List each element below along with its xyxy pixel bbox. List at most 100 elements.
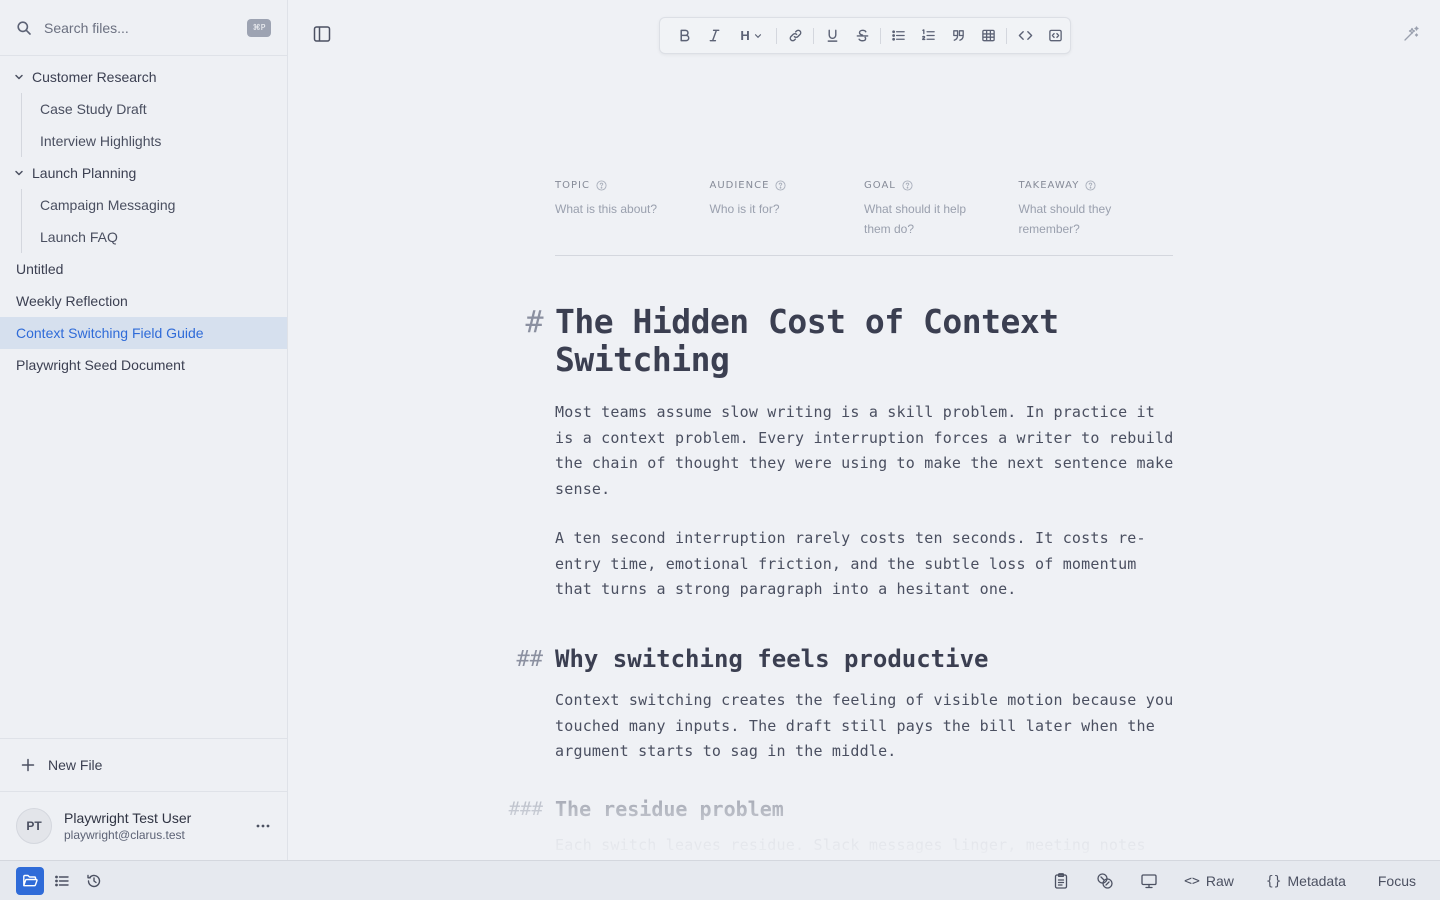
strikethrough-icon[interactable] bbox=[847, 21, 877, 51]
file-item-case-study-draft[interactable]: Case Study Draft bbox=[0, 93, 287, 125]
table-icon[interactable] bbox=[974, 21, 1004, 51]
metadata-toggle-button[interactable]: {} Metadata bbox=[1266, 873, 1346, 889]
help-icon[interactable] bbox=[775, 180, 786, 191]
meta-goal[interactable]: GOAL What should it help them do? bbox=[864, 180, 1019, 255]
status-bar: <> Raw {} Metadata Focus bbox=[0, 860, 1440, 900]
heading-marker: ## bbox=[516, 646, 544, 672]
more-options-icon[interactable] bbox=[253, 816, 273, 836]
file-item-context-switching-field-guide[interactable]: Context Switching Field Guide bbox=[0, 317, 287, 349]
code-icon[interactable] bbox=[1010, 21, 1040, 51]
toolbar-divider bbox=[776, 27, 778, 44]
folder-open-icon bbox=[23, 874, 38, 886]
heading-1[interactable]: # The Hidden Cost of Context Switching bbox=[525, 300, 1185, 379]
folder-label: Launch Planning bbox=[32, 165, 137, 181]
heading-3[interactable]: ### The residue problem bbox=[509, 795, 1185, 823]
meta-topic-input[interactable]: What is this about? bbox=[555, 199, 675, 219]
meta-topic[interactable]: TOPIC What is this about? bbox=[555, 180, 710, 255]
document-metadata: TOPIC What is this about? AUDIENCE Who i… bbox=[555, 180, 1173, 256]
heading-1-text: The Hidden Cost of Context Switching bbox=[555, 302, 1059, 379]
toolbar-divider bbox=[813, 27, 815, 44]
file-item-weekly-reflection[interactable]: Weekly Reflection bbox=[0, 285, 287, 317]
paragraph[interactable]: Most teams assume slow writing is a skil… bbox=[555, 400, 1175, 503]
meta-audience-input[interactable]: Who is it for? bbox=[710, 199, 830, 219]
list-icon bbox=[55, 875, 69, 886]
user-name: Playwright Test User bbox=[64, 810, 192, 826]
folder-launch-planning[interactable]: Launch Planning bbox=[0, 157, 287, 189]
files-view-button[interactable] bbox=[16, 866, 44, 895]
heading-2[interactable]: ## Why switching feels productive bbox=[517, 643, 1185, 675]
editor-area: H TOPIC What is this about? AUDIENCE Who… bbox=[289, 0, 1440, 860]
focus-mode-button[interactable]: Focus bbox=[1378, 873, 1416, 889]
heading-dropdown[interactable]: H bbox=[730, 21, 774, 51]
status-bar-actions: <> Raw {} Metadata Focus bbox=[1052, 861, 1440, 900]
new-file-label: New File bbox=[48, 757, 103, 773]
file-item-interview-highlights[interactable]: Interview Highlights bbox=[0, 125, 287, 157]
chevron-down-icon bbox=[13, 167, 25, 179]
metadata-label: Metadata bbox=[1287, 873, 1346, 889]
paragraph[interactable]: Context switching creates the feeling of… bbox=[555, 688, 1175, 765]
chevron-down-icon bbox=[13, 71, 25, 83]
paragraph[interactable]: A ten second interruption rarely costs t… bbox=[555, 526, 1175, 603]
file-item-campaign-messaging[interactable]: Campaign Messaging bbox=[0, 189, 287, 221]
meta-audience-label: AUDIENCE bbox=[709, 180, 770, 191]
meta-takeaway-input[interactable]: What should they remember? bbox=[1019, 199, 1139, 239]
italic-icon[interactable] bbox=[700, 21, 730, 51]
clipboard-icon[interactable] bbox=[1052, 872, 1070, 890]
file-tree: Customer Research Case Study Draft Inter… bbox=[0, 56, 287, 381]
search-icon bbox=[16, 20, 32, 36]
focus-label: Focus bbox=[1377, 873, 1416, 889]
bold-icon[interactable] bbox=[670, 21, 700, 51]
toolbar-divider bbox=[1006, 27, 1008, 44]
user-email: playwright@clarus.test bbox=[64, 828, 185, 842]
folder-customer-research[interactable]: Customer Research bbox=[0, 61, 287, 93]
heading-label: H bbox=[740, 28, 750, 43]
link-icon[interactable] bbox=[780, 21, 810, 51]
help-icon[interactable] bbox=[1085, 180, 1096, 191]
monitor-icon[interactable] bbox=[1140, 872, 1158, 890]
meta-goal-label: GOAL bbox=[864, 180, 896, 191]
avatar: PT bbox=[16, 808, 52, 844]
paragraph[interactable]: Each switch leaves residue. Slack messag… bbox=[555, 833, 1175, 860]
raw-mode-button[interactable]: <> Raw bbox=[1184, 873, 1234, 889]
magic-wand-icon[interactable] bbox=[1402, 25, 1420, 43]
code-icon: <> bbox=[1184, 873, 1200, 889]
search-input[interactable]: Search files... bbox=[44, 20, 247, 36]
meta-audience[interactable]: AUDIENCE Who is it for? bbox=[710, 180, 865, 255]
file-item-launch-faq[interactable]: Launch FAQ bbox=[0, 221, 287, 253]
meta-goal-input[interactable]: What should it help them do? bbox=[864, 199, 984, 239]
ordered-list-icon[interactable] bbox=[914, 21, 944, 51]
translate-icon[interactable] bbox=[1096, 872, 1114, 890]
search-shortcut-badge: ⌘P bbox=[247, 18, 271, 37]
underline-icon[interactable] bbox=[817, 21, 847, 51]
quote-icon[interactable] bbox=[944, 21, 974, 51]
braces-icon: {} bbox=[1265, 873, 1282, 889]
heading-3-text: The residue problem bbox=[555, 797, 784, 822]
history-icon bbox=[87, 874, 101, 887]
toolbar-divider bbox=[879, 27, 881, 44]
folder-children: Campaign Messaging Launch FAQ bbox=[0, 189, 287, 253]
code-block-icon[interactable] bbox=[1040, 21, 1070, 51]
plus-icon bbox=[20, 757, 36, 773]
sidebar-toggle-icon[interactable] bbox=[312, 24, 332, 44]
document-body[interactable]: # The Hidden Cost of Context Switching M… bbox=[509, 300, 1185, 860]
help-icon[interactable] bbox=[596, 180, 607, 191]
bullet-list-icon[interactable] bbox=[884, 21, 914, 51]
heading-2-text: Why switching feels productive bbox=[555, 644, 989, 673]
meta-takeaway[interactable]: TAKEAWAY What should they remember? bbox=[1019, 180, 1174, 255]
user-profile: PT Playwright Test User playwright@claru… bbox=[0, 792, 287, 860]
folder-children: Case Study Draft Interview Highlights bbox=[0, 93, 287, 157]
outline-view-button[interactable] bbox=[48, 867, 76, 895]
history-view-button[interactable] bbox=[80, 867, 108, 895]
heading-marker: # bbox=[525, 305, 543, 340]
help-icon[interactable] bbox=[902, 180, 913, 191]
raw-label: Raw bbox=[1205, 873, 1234, 889]
new-file-button[interactable]: New File bbox=[0, 738, 287, 792]
folder-label: Customer Research bbox=[32, 69, 157, 85]
file-item-untitled[interactable]: Untitled bbox=[0, 253, 287, 285]
formatting-toolbar: H bbox=[659, 17, 1071, 54]
file-item-playwright-seed-document[interactable]: Playwright Seed Document bbox=[0, 349, 287, 381]
file-sidebar: Search files... ⌘P Customer Research Cas… bbox=[0, 0, 288, 860]
heading-marker: ### bbox=[508, 798, 543, 821]
search-bar[interactable]: Search files... ⌘P bbox=[0, 0, 287, 56]
meta-topic-label: TOPIC bbox=[555, 180, 590, 191]
